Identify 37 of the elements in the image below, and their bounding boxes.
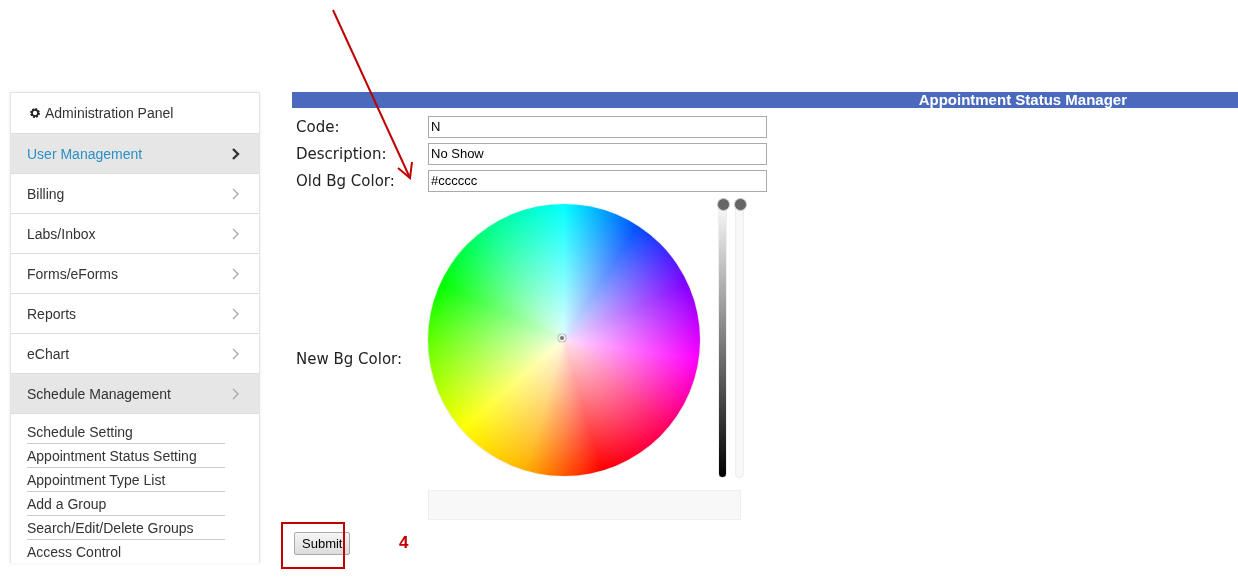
submenu-link[interactable]: Schedule Setting	[27, 420, 225, 444]
brightness-slider[interactable]	[718, 198, 727, 478]
field-label: Old Bg Color:	[295, 171, 396, 190]
input-field[interactable]: #cccccc	[428, 169, 767, 192]
input-field[interactable]: N	[428, 115, 767, 138]
opacity-slider[interactable]	[735, 198, 744, 478]
chevron-icon	[231, 387, 241, 400]
submenu-link[interactable]: Access Control	[27, 540, 225, 563]
submenu-link[interactable]: Appointment Type List	[27, 468, 225, 492]
field-label: New Bg Color:	[295, 350, 404, 368]
sidebar-item[interactable]: eChart	[11, 334, 259, 374]
sidebar-item[interactable]: Billing	[11, 174, 259, 214]
sidebar-item[interactable]: Reports	[11, 294, 259, 334]
sidebar-item[interactable]: Schedule Management	[11, 374, 259, 414]
field-label: Description:	[295, 144, 388, 163]
submenu-link[interactable]: Appointment Status Setting	[27, 444, 225, 468]
submenu-link[interactable]: Add a Group	[27, 492, 225, 516]
gear-icon	[29, 107, 41, 119]
page-title-bar: Appointment Status Manager	[292, 92, 1238, 108]
chevron-icon	[231, 187, 241, 200]
sidebar-item[interactable]: Labs/Inbox	[11, 214, 259, 254]
field-label: Code:	[295, 117, 341, 136]
chevron-icon	[231, 227, 241, 240]
slider-thumb[interactable]	[717, 198, 730, 211]
sidebar-item[interactable]: Forms/eForms	[11, 254, 259, 294]
input-field[interactable]: No Show	[428, 142, 767, 165]
chevron-icon	[231, 147, 241, 160]
highlight-frame	[281, 522, 345, 569]
chevron-icon	[231, 307, 241, 320]
chevron-icon	[231, 347, 241, 360]
chevron-icon	[231, 267, 241, 280]
submit-button[interactable]: Submit	[294, 532, 351, 555]
submenu-link[interactable]: Search/Edit/Delete Groups	[27, 516, 225, 540]
wheel-handle[interactable]	[558, 334, 566, 342]
slider-thumb[interactable]	[734, 198, 747, 211]
sidebar-title: Administration Panel	[45, 105, 174, 121]
step-number: 4	[399, 533, 409, 553]
